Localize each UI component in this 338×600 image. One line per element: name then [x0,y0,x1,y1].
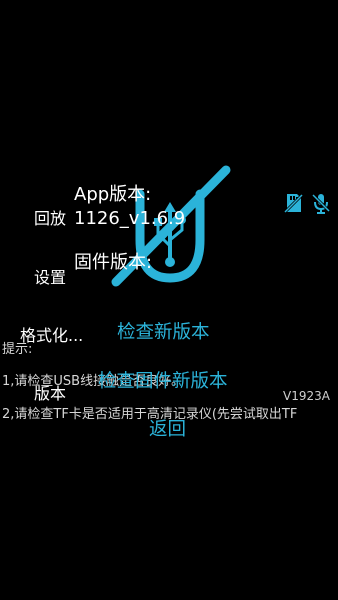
check-firmware-new-version-button[interactable]: 检查固件新版本 [98,367,228,393]
hint-title: 提示: [2,342,33,357]
device-version: V1923A [283,389,330,403]
back-button[interactable]: 返回 [149,415,186,441]
firmware-version-label: 固件版本: [74,252,153,273]
status-icons [282,192,332,214]
microphone-off-icon [311,193,331,214]
check-new-version-button[interactable]: 检查新版本 [117,318,210,344]
sd-card-off-icon [283,193,304,214]
playback-menu-item[interactable]: 回放 [34,205,66,229]
app-version-label: App版本: [74,184,152,205]
app-version-value: 1126_v1.6.9 [74,208,186,229]
settings-menu-item[interactable]: 设置 [34,264,66,288]
